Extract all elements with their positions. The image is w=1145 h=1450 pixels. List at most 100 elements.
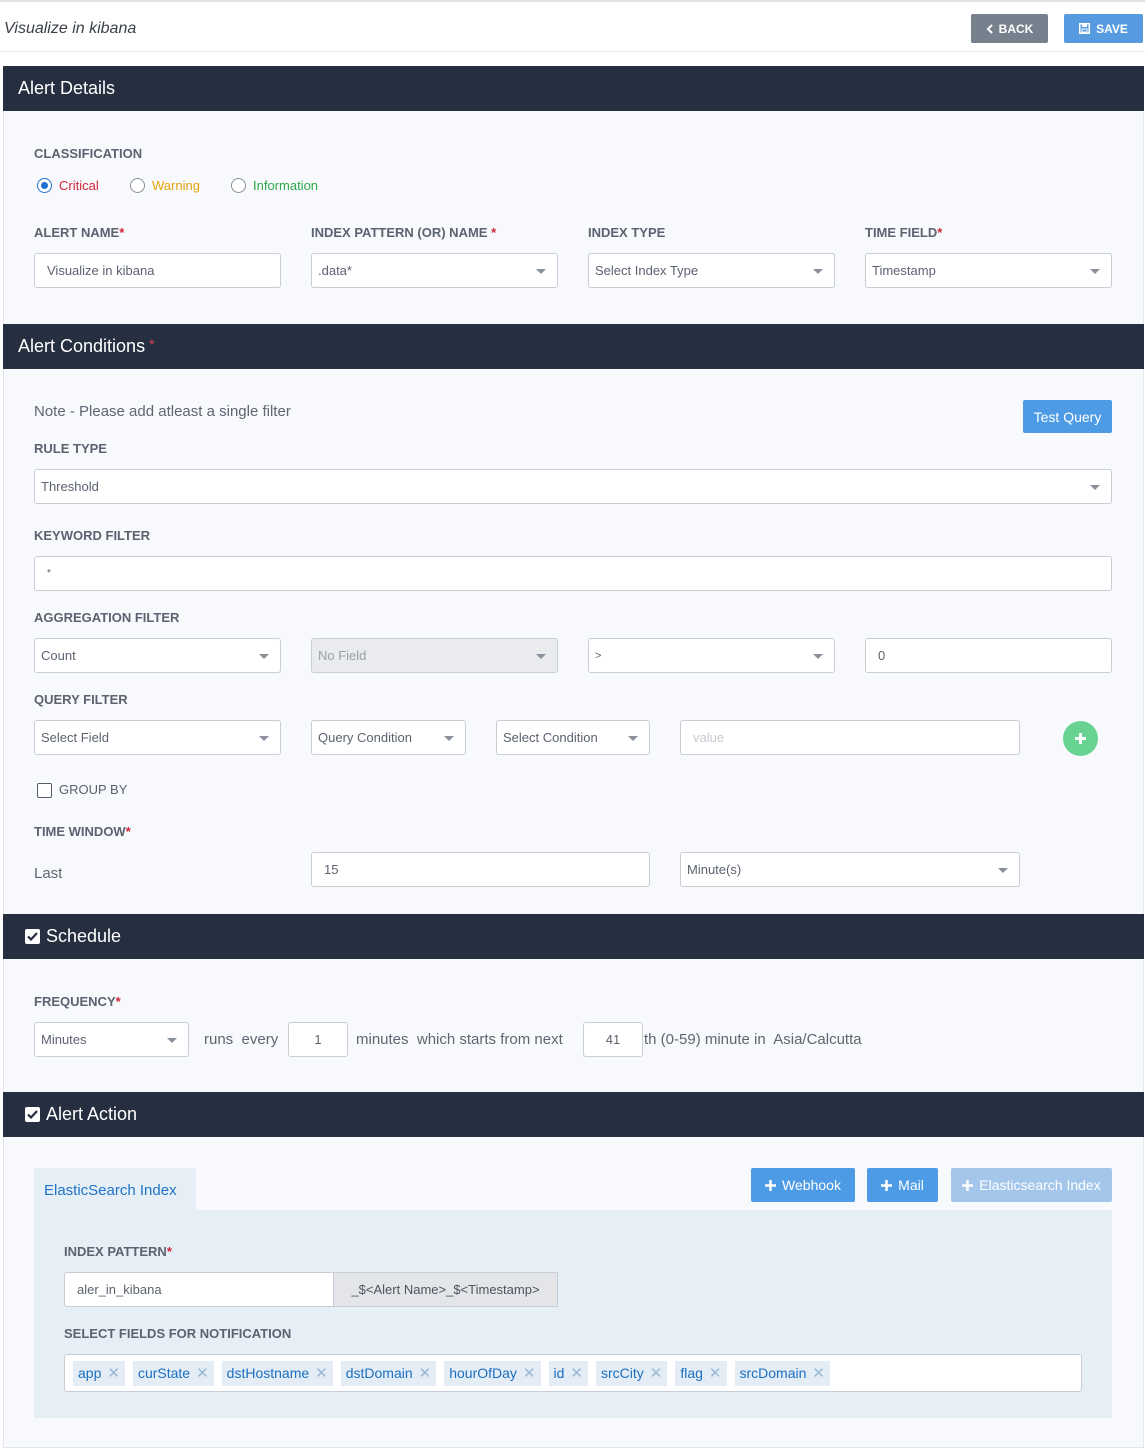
index-pattern-select[interactable]: .data* bbox=[311, 253, 558, 288]
top-bar: Visualize in kibana BACK SAVE bbox=[0, 0, 1145, 52]
field-tag-label: hourOfDay bbox=[449, 1365, 517, 1381]
field-tag-label: dstDomain bbox=[345, 1365, 413, 1381]
remove-tag-icon[interactable]: ✕ bbox=[650, 1364, 663, 1382]
mail-label: Mail bbox=[898, 1177, 924, 1193]
section-alert-conditions: Alert Conditions * bbox=[3, 324, 1144, 369]
radio-dot[interactable] bbox=[37, 178, 52, 193]
index-type-select[interactable]: Select Index Type bbox=[588, 253, 835, 288]
remove-tag-icon[interactable]: ✕ bbox=[419, 1364, 432, 1382]
save-button-label: SAVE bbox=[1096, 21, 1128, 36]
field-tag-label: curState bbox=[137, 1365, 191, 1381]
section-alert-action: Alert Action bbox=[3, 1092, 1144, 1137]
remove-tag-icon[interactable]: ✕ bbox=[570, 1364, 583, 1382]
add-elasticsearch-index-button: Elasticsearch Index bbox=[951, 1168, 1112, 1202]
save-button[interactable]: SAVE bbox=[1064, 14, 1143, 43]
index-pattern-label: INDEX PATTERN (OR) NAME * bbox=[311, 225, 497, 240]
required-mark: * bbox=[149, 336, 155, 352]
query-field-select[interactable]: Select Field bbox=[34, 720, 281, 755]
plus-icon bbox=[881, 1179, 893, 1191]
add-mail-button[interactable]: Mail bbox=[867, 1168, 938, 1202]
radio-critical[interactable]: Critical bbox=[37, 178, 99, 193]
minutes-text: minutes which starts from next bbox=[356, 1031, 563, 1048]
aggregation-filter-label: AGGREGATION FILTER bbox=[34, 610, 180, 625]
elasticsearch-index-label: Elasticsearch Index bbox=[979, 1177, 1101, 1193]
field-tag-label: srcCity bbox=[600, 1365, 644, 1381]
time-field-label: TIME FIELD* bbox=[865, 225, 943, 240]
index-type-label: INDEX TYPE bbox=[588, 225, 666, 240]
runs-every-text: runs every bbox=[204, 1031, 279, 1048]
section-alert-details: Alert Details bbox=[3, 66, 1144, 111]
radio-dot[interactable] bbox=[130, 178, 145, 193]
check-icon bbox=[27, 1110, 38, 1119]
time-window-label: TIME WINDOW* bbox=[34, 824, 131, 839]
time-window-input[interactable]: 15 bbox=[311, 852, 650, 887]
index-pattern-suffix: _$<Alert Name>_$<Timestamp> bbox=[333, 1272, 558, 1307]
field-tag: hourOfDay ✕ bbox=[444, 1360, 541, 1386]
group-by-label: GROUP BY bbox=[59, 782, 128, 797]
tab-elasticsearch-index[interactable]: ElasticSearch Index bbox=[34, 1168, 196, 1212]
aggregation-operator-select[interactable]: > bbox=[588, 638, 835, 673]
select-condition-select[interactable]: Select Condition bbox=[496, 720, 650, 755]
radio-label: Critical bbox=[59, 178, 99, 193]
field-tag-label: dstHostname bbox=[226, 1365, 310, 1381]
section-title: Alert Action bbox=[46, 1104, 138, 1124]
test-query-button[interactable]: Test Query bbox=[1023, 400, 1112, 433]
frequency-label: FREQUENCY* bbox=[34, 994, 121, 1009]
add-filter-button[interactable] bbox=[1063, 721, 1098, 756]
save-icon bbox=[1079, 23, 1091, 34]
radio-warning[interactable]: Warning bbox=[130, 178, 200, 193]
page-title: Visualize in kibana bbox=[4, 20, 137, 37]
aggregation-field-select: No Field bbox=[311, 638, 558, 673]
alert-name-input[interactable]: Visualize in kibana bbox=[34, 253, 281, 288]
field-tag: srcCity ✕ bbox=[595, 1360, 668, 1386]
frequency-select[interactable]: Minutes bbox=[34, 1022, 189, 1057]
remove-tag-icon[interactable]: ✕ bbox=[196, 1364, 209, 1382]
remove-tag-icon[interactable]: ✕ bbox=[812, 1364, 825, 1382]
field-tag: curState ✕ bbox=[132, 1360, 214, 1386]
field-tag: id ✕ bbox=[548, 1360, 588, 1386]
remove-tag-icon[interactable]: ✕ bbox=[523, 1364, 536, 1382]
every-input[interactable]: 1 bbox=[288, 1022, 348, 1057]
radio-label: Warning bbox=[152, 178, 200, 193]
notification-fields-select[interactable]: app ✕ curState ✕ dstHostname ✕ dstDomain ✕ h… bbox=[64, 1354, 1082, 1392]
classification-label: CLASSIFICATION bbox=[34, 146, 143, 161]
time-field-select[interactable]: Timestamp bbox=[865, 253, 1112, 288]
section-title: Alert Details bbox=[18, 78, 116, 98]
action-index-pattern-input[interactable]: aler_in_kibana bbox=[64, 1272, 334, 1307]
field-tag: app ✕ bbox=[73, 1360, 125, 1386]
field-tag: dstHostname ✕ bbox=[221, 1360, 333, 1386]
time-window-unit-select[interactable]: Minute(s) bbox=[680, 852, 1020, 887]
start-minute-input[interactable]: 41 bbox=[583, 1022, 643, 1057]
alert-name-label: ALERT NAME* bbox=[34, 225, 125, 240]
rule-type-select[interactable]: Threshold bbox=[34, 469, 1112, 504]
field-tag-label: app bbox=[78, 1365, 102, 1381]
query-condition-select[interactable]: Query Condition bbox=[311, 720, 466, 755]
plus-icon bbox=[1075, 733, 1086, 744]
group-by-checkbox[interactable] bbox=[37, 783, 52, 798]
webhook-label: Webhook bbox=[782, 1177, 841, 1193]
schedule-checkbox[interactable] bbox=[25, 929, 40, 944]
radio-label: Information bbox=[253, 178, 319, 193]
plus-icon bbox=[962, 1179, 974, 1191]
radio-information[interactable]: Information bbox=[231, 178, 318, 193]
radio-dot[interactable] bbox=[231, 178, 246, 193]
chevron-left-icon bbox=[986, 23, 993, 34]
plus-icon bbox=[765, 1179, 777, 1191]
field-tag-label: srcDomain bbox=[739, 1365, 807, 1381]
remove-tag-icon[interactable]: ✕ bbox=[315, 1364, 328, 1382]
query-value-input[interactable]: value bbox=[680, 720, 1020, 755]
field-tag: flag ✕ bbox=[675, 1360, 727, 1386]
last-label: Last bbox=[34, 865, 63, 882]
keyword-filter-input[interactable]: * bbox=[34, 556, 1112, 591]
add-webhook-button[interactable]: Webhook bbox=[751, 1168, 855, 1202]
field-tag: srcDomain ✕ bbox=[734, 1360, 830, 1386]
aggregation-value-input[interactable]: 0 bbox=[865, 638, 1112, 673]
rule-type-label: RULE TYPE bbox=[34, 441, 107, 456]
query-filter-label: QUERY FILTER bbox=[34, 692, 128, 707]
aggregation-function-select[interactable]: Count bbox=[34, 638, 281, 673]
remove-tag-icon[interactable]: ✕ bbox=[107, 1364, 120, 1382]
remove-tag-icon[interactable]: ✕ bbox=[709, 1364, 722, 1382]
back-button[interactable]: BACK bbox=[971, 14, 1048, 43]
filter-note: Note - Please add atleast a single filte… bbox=[34, 403, 291, 420]
alert-action-checkbox[interactable] bbox=[25, 1107, 40, 1122]
